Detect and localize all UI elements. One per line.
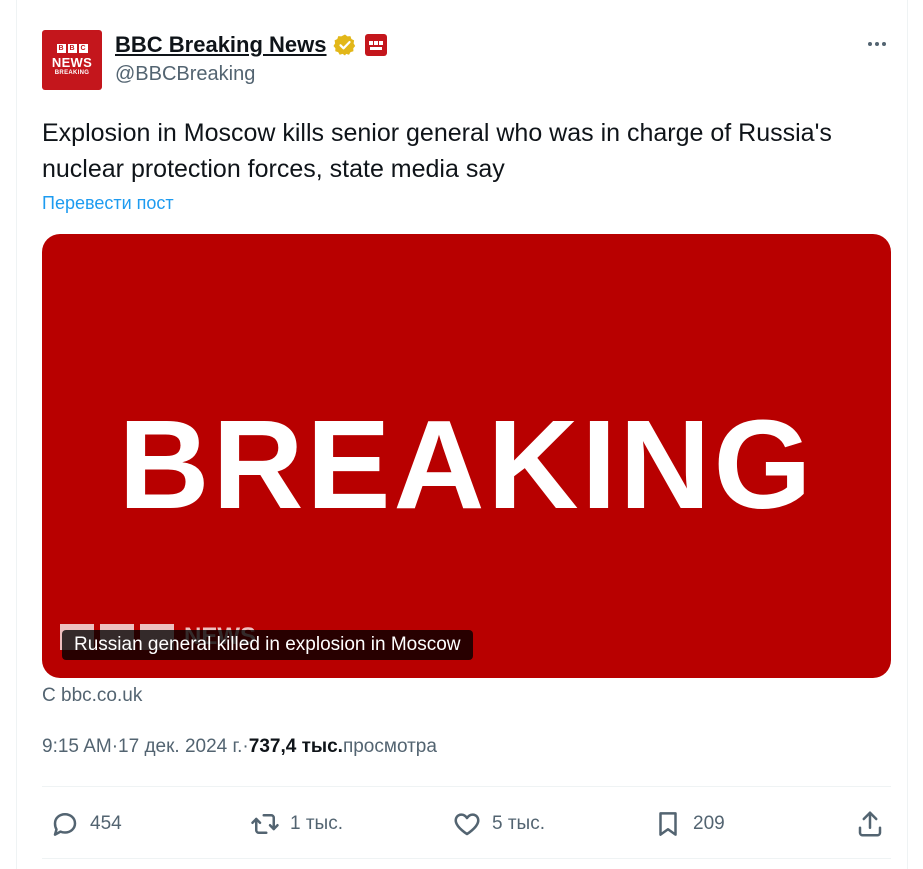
repost-button[interactable]: 1 тыс. (250, 808, 343, 840)
more-options-icon[interactable] (862, 32, 892, 56)
avatar-news-text: NEWS (51, 54, 93, 70)
tweet-text: Explosion in Moscow kills senior general… (42, 119, 832, 183)
heart-icon (454, 813, 480, 836)
divider (42, 786, 891, 787)
views-label: просмотра (342, 736, 437, 757)
breaking-headline: BREAKING (118, 394, 815, 535)
like-button[interactable]: 5 тыс. (452, 808, 545, 840)
views-count[interactable]: 737,4 тыс. (249, 736, 343, 758)
avatar-letter-c: C (78, 43, 88, 53)
reply-icon (53, 813, 77, 836)
like-count: 5 тыс. (492, 813, 545, 834)
avatar-letter-b1: B (56, 43, 66, 53)
repost-count: 1 тыс. (290, 813, 343, 834)
bookmark-count: 209 (693, 813, 725, 834)
tweet-metadata: 9:15 AM · 17 дек. 2024 г. · 737,4 тыс. п… (42, 736, 437, 758)
tweet-time[interactable]: 9:15 AM (42, 736, 112, 758)
card-source-link[interactable]: С bbc.co.uk (42, 685, 142, 707)
bbc-blocks-logo: B B C (56, 43, 88, 53)
card-caption: Russian general killed in explosion in M… (62, 630, 473, 660)
avatar[interactable]: B B C NEWS BREAKING (42, 30, 102, 90)
bookmark-icon (659, 812, 677, 836)
avatar-letter-b2: B (67, 43, 77, 53)
divider (42, 858, 891, 859)
avatar-breaking-text: BREAKING (54, 69, 90, 76)
author-handle[interactable]: @BBCBreaking (115, 63, 255, 86)
bookmark-button[interactable]: 209 (653, 808, 725, 840)
verified-badge-icon[interactable] (333, 33, 357, 57)
share-icon (858, 811, 882, 837)
author-display-name[interactable]: BBC Breaking News (115, 32, 327, 58)
reply-count: 454 (90, 813, 122, 834)
timeline-border-right (907, 0, 908, 869)
repost-icon (251, 814, 279, 834)
timeline-border-left (16, 0, 17, 869)
translate-post-link[interactable]: Перевести пост (42, 193, 174, 214)
affiliate-bbc-icon[interactable] (365, 34, 387, 56)
reply-button[interactable]: 454 (50, 808, 122, 840)
share-button[interactable] (855, 808, 885, 840)
tweet-date[interactable]: 17 дек. 2024 г. (118, 736, 242, 758)
link-preview-card[interactable]: BREAKING NEWS Russian general killed in … (42, 234, 891, 678)
